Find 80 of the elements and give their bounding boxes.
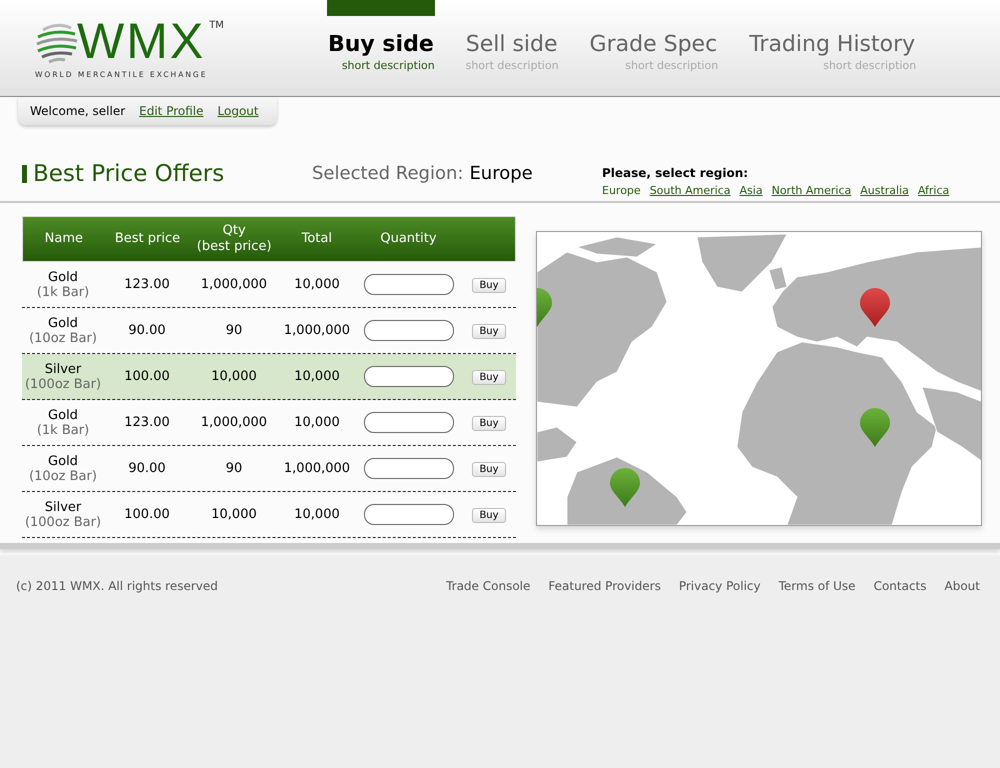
table-cell-text: 1,000,000	[282, 461, 352, 476]
table-row[interactable]: Gold (10oz Bar) 90.00 90 1,000,000 Buy	[22, 446, 516, 492]
region-link[interactable]: Asia	[740, 184, 763, 197]
column-header: Quantity	[379, 231, 438, 247]
column-header: Total	[300, 231, 333, 247]
table-cell-text: 90.00	[127, 323, 167, 338]
quantity-field[interactable]	[364, 458, 454, 479]
region-link[interactable]: Australia	[860, 184, 909, 197]
table-cell-text: 10,000	[210, 507, 258, 522]
trademark-sign: TM	[209, 20, 224, 31]
quantity-field[interactable]	[364, 320, 454, 341]
footer-link[interactable]: Contacts	[874, 579, 927, 768]
product-unit: (100oz Bar)	[24, 376, 102, 392]
table-cell-text: 10,000	[210, 369, 258, 384]
table-cell-text: 10,000	[293, 369, 341, 384]
user-link[interactable]: Logout	[218, 104, 259, 118]
region-link[interactable]: Europe	[602, 184, 641, 197]
nav-tab[interactable]: Sell side short description	[464, 0, 559, 96]
nav-tab[interactable]: Buy side short description	[327, 0, 435, 96]
table-cell-text: 100.00	[123, 369, 171, 384]
table-cell-text: 10,000	[293, 507, 341, 522]
table-cell-text: 10,000	[293, 415, 341, 430]
region-link[interactable]: South America	[650, 184, 731, 197]
product-unit: (100oz Bar)	[24, 514, 102, 530]
column-header: Best price	[114, 231, 182, 247]
table-cell-text: 1,000,000	[200, 277, 268, 292]
quantity-field[interactable]	[364, 412, 454, 433]
user-link[interactable]: Edit Profile	[139, 104, 204, 118]
welcome-text: Welcome, seller	[30, 104, 126, 118]
footer-link[interactable]: Trade Console	[446, 579, 530, 768]
quantity-field[interactable]	[364, 366, 454, 387]
region-link[interactable]: North America	[772, 184, 852, 197]
table-cell-text: 90.00	[127, 461, 167, 476]
nav-tab[interactable]: Trading History short description	[748, 0, 916, 96]
product-name: Silver	[44, 362, 82, 376]
table-row[interactable]: Gold (1k Bar) 123.00 1,000,000 10,000 Buy	[22, 262, 516, 308]
copyright-text: (c) 2011 WMX. All rights reserved	[16, 579, 218, 595]
selected-region-label: Selected Region:	[312, 163, 464, 184]
title-marker-icon	[22, 165, 27, 183]
logo-wordmark: WMX	[77, 18, 206, 64]
table-cell-text: 100.00	[123, 507, 171, 522]
table-cell-text: 1,000,000	[282, 323, 352, 338]
column-header: Name	[44, 231, 84, 247]
product-unit: (1k Bar)	[36, 422, 90, 438]
table-cell-text: 123.00	[123, 415, 171, 430]
footer-link[interactable]: Terms of Use	[778, 579, 856, 768]
buy-button[interactable]: Buy	[472, 416, 506, 430]
column-header: Qty (best price)	[196, 223, 273, 255]
table-cell-text: 90	[224, 461, 244, 476]
region-link[interactable]: Africa	[918, 184, 950, 197]
map-pin-icon[interactable]	[859, 287, 891, 329]
footer-link[interactable]: Privacy Policy	[678, 579, 761, 768]
product-unit: (10oz Bar)	[29, 468, 97, 484]
table-cell-text: 1,000,000	[200, 415, 268, 430]
page-title: Best Price Offers	[33, 161, 224, 187]
footer-link[interactable]: Featured Providers	[548, 579, 661, 768]
product-name: Gold	[48, 408, 78, 422]
table-row[interactable]: Gold (1k Bar) 123.00 1,000,000 10,000 Buy	[22, 400, 516, 446]
product-unit: (1k Bar)	[36, 284, 90, 300]
buy-button[interactable]: Buy	[472, 508, 506, 522]
product-name: Gold	[48, 454, 78, 468]
quantity-field[interactable]	[364, 504, 454, 525]
table-row[interactable]: Silver (100oz Bar) 100.00 10,000 10,000 Buy	[22, 492, 516, 538]
buy-button[interactable]: Buy	[472, 278, 506, 292]
buy-button[interactable]: Buy	[472, 370, 506, 384]
region-prompt: Please, select region:	[602, 166, 750, 180]
nav-tab[interactable]: Grade Spec short description	[588, 0, 718, 96]
buy-button[interactable]: Buy	[472, 462, 506, 476]
product-name: Gold	[48, 316, 78, 330]
table-cell-text: 10,000	[293, 277, 341, 292]
table-cell-text: 123.00	[123, 277, 171, 292]
product-name: Gold	[48, 270, 78, 284]
quantity-field[interactable]	[364, 274, 454, 295]
product-name: Silver	[44, 500, 82, 514]
buy-button[interactable]: Buy	[472, 324, 506, 338]
highlighted-row[interactable]: Silver (100oz Bar) 100.00 10,000 10,000 Buy	[22, 354, 516, 400]
selected-region-value: Europe	[469, 163, 533, 184]
product-unit: (10oz Bar)	[29, 330, 97, 346]
table-cell-text: 90	[224, 323, 244, 338]
footer-link[interactable]: About	[944, 579, 980, 768]
